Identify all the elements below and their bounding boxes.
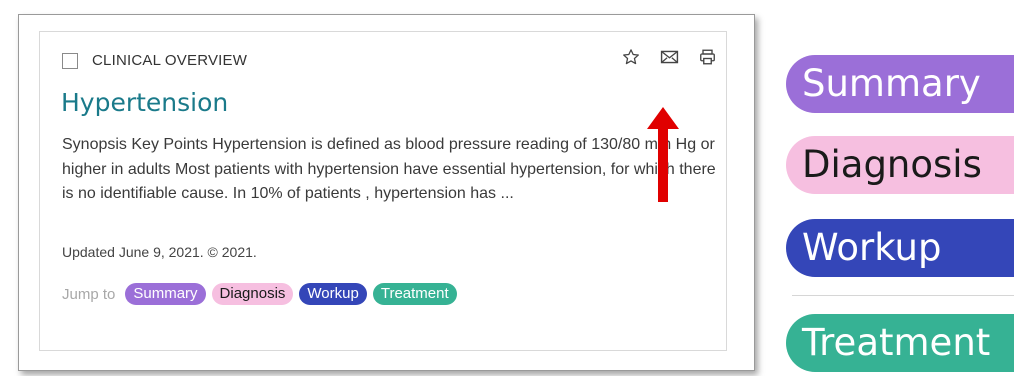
- jump-to-bar: Jump to Summary Diagnosis Workup Treatme…: [62, 283, 457, 305]
- jump-pill-diagnosis[interactable]: Diagnosis: [211, 283, 294, 305]
- card-actions: [620, 46, 718, 68]
- print-icon[interactable]: [696, 46, 718, 68]
- card-header: CLINICAL OVERVIEW: [62, 52, 247, 69]
- screenshot-frame: CLINICAL OVERVIEW Hypertension Synopsis …: [18, 14, 755, 371]
- zoom-pill-summary: Summary: [786, 55, 1014, 113]
- content-type-label: CLINICAL OVERVIEW: [92, 52, 248, 69]
- jump-pill-summary[interactable]: Summary: [125, 283, 206, 305]
- annotation-arrow: [647, 107, 679, 202]
- article-title-link[interactable]: Hypertension: [61, 88, 228, 117]
- zoom-pill-treatment: Treatment: [786, 314, 1014, 372]
- jump-to-label: Jump to: [62, 285, 116, 303]
- star-icon[interactable]: [620, 46, 642, 68]
- jump-pill-workup[interactable]: Workup: [299, 283, 367, 305]
- result-card: CLINICAL OVERVIEW Hypertension Synopsis …: [39, 31, 727, 351]
- select-checkbox[interactable]: [62, 52, 78, 69]
- zoom-pill-diagnosis: Diagnosis: [786, 136, 1014, 194]
- divider: [792, 295, 1014, 296]
- mail-icon[interactable]: [658, 46, 680, 68]
- synopsis-text: Synopsis Key Points Hypertension is defi…: [62, 136, 716, 202]
- jump-pill-treatment[interactable]: Treatment: [372, 283, 457, 305]
- updated-date: Updated June 9, 2021. © 2021.: [62, 244, 257, 260]
- zoom-pill-workup: Workup: [786, 219, 1014, 277]
- zoomed-pills-panel: Summary Diagnosis Workup Treatment: [786, 0, 1014, 376]
